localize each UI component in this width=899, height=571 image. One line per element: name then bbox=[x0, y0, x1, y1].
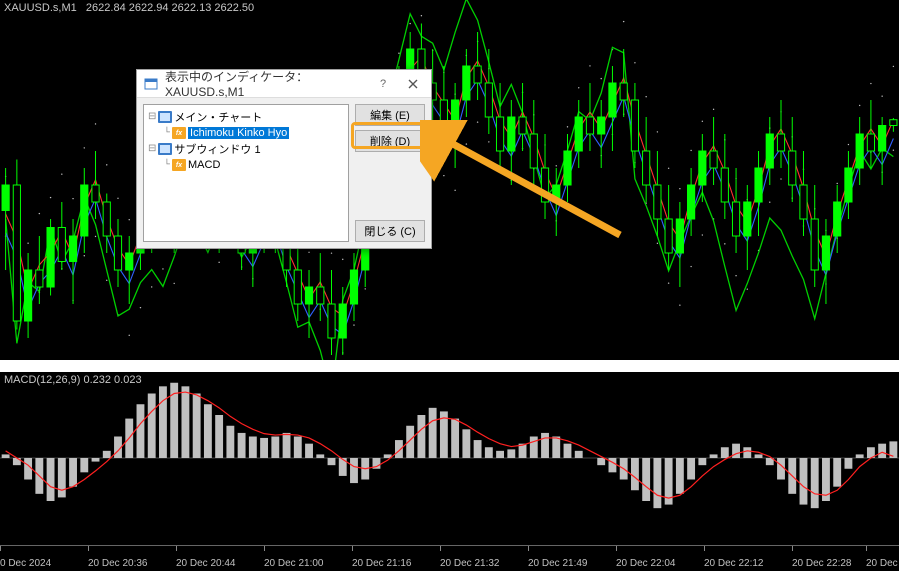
time-axis: 0 Dec 2024 20 Dec 20:36 20 Dec 20:44 20 Dec… bbox=[0, 545, 899, 571]
edit-button[interactable]: 編集 (E) bbox=[355, 104, 425, 126]
macd-chart-svg bbox=[0, 372, 899, 544]
xaxis-label: 20 Dec 20:36 bbox=[88, 558, 148, 569]
tree-main-chart-label: メイン・チャート bbox=[174, 109, 262, 125]
indicator-icon bbox=[172, 127, 186, 139]
tree-macd-label: MACD bbox=[188, 159, 220, 171]
window-icon bbox=[158, 111, 172, 123]
xaxis-label: 0 Dec 2024 bbox=[0, 558, 51, 569]
tree-subwindow-label: サブウィンドウ 1 bbox=[174, 141, 260, 157]
xaxis-label: 20 Dec 22:36 bbox=[866, 558, 899, 569]
chart-header: XAUUSD.s,M1 2622.84 2622.94 2622.13 2622… bbox=[4, 2, 254, 14]
indicator-tree[interactable]: ⊟ メイン・チャート └ Ichimoku Kinko Hyo ⊟ サブウィンド… bbox=[143, 104, 349, 242]
xaxis-label: 20 Dec 21:32 bbox=[440, 558, 500, 569]
macd-header: MACD(12,26,9) 0.232 0.023 bbox=[4, 374, 142, 386]
symbol-timeframe-label: XAUUSD.s,M1 bbox=[4, 2, 77, 14]
help-button[interactable]: ? bbox=[371, 74, 395, 94]
macd-subwindow[interactable]: MACD(12,26,9) 0.232 0.023 bbox=[0, 372, 899, 544]
tree-ichimoku[interactable]: └ Ichimoku Kinko Hyo bbox=[148, 125, 344, 141]
pane-divider[interactable] bbox=[0, 360, 899, 372]
xaxis-label: 20 Dec 21:16 bbox=[352, 558, 412, 569]
xaxis-label: 20 Dec 20:44 bbox=[176, 558, 236, 569]
ohlc-label: 2622.84 2622.94 2622.13 2622.50 bbox=[86, 2, 254, 14]
xaxis-label: 20 Dec 22:04 bbox=[616, 558, 676, 569]
tree-main-chart[interactable]: ⊟ メイン・チャート bbox=[148, 109, 344, 125]
close-x-button[interactable] bbox=[401, 74, 425, 94]
tree-macd[interactable]: └ MACD bbox=[148, 157, 344, 173]
tree-subwindow[interactable]: ⊟ サブウィンドウ 1 bbox=[148, 141, 344, 157]
window-icon bbox=[158, 143, 172, 155]
xaxis-label: 20 Dec 22:12 bbox=[704, 558, 764, 569]
dialog-title: 表示中のインディケータ： XAUUSD.s,M1 bbox=[165, 68, 365, 99]
dialog-body: ⊟ メイン・チャート └ Ichimoku Kinko Hyo ⊟ サブウィンド… bbox=[137, 98, 431, 248]
close-button[interactable]: 閉じる (C) bbox=[355, 220, 425, 242]
dialog-button-column: 編集 (E) 削除 (D) 閉じる (C) bbox=[355, 104, 425, 242]
main-price-chart[interactable]: XAUUSD.s,M1 2622.84 2622.94 2622.13 2622… bbox=[0, 0, 899, 360]
dialog-icon bbox=[143, 76, 159, 92]
macd-label: MACD(12,26,9) 0.232 0.023 bbox=[4, 374, 142, 386]
dialog-titlebar[interactable]: 表示中のインディケータ： XAUUSD.s,M1 ? bbox=[137, 70, 431, 98]
tree-ichimoku-label: Ichimoku Kinko Hyo bbox=[188, 127, 289, 139]
indicator-icon bbox=[172, 159, 186, 171]
delete-button[interactable]: 削除 (D) bbox=[355, 130, 425, 152]
price-chart-svg bbox=[0, 0, 899, 360]
xaxis-label: 20 Dec 21:00 bbox=[264, 558, 324, 569]
xaxis-label: 20 Dec 22:28 bbox=[792, 558, 852, 569]
indicators-dialog: 表示中のインディケータ： XAUUSD.s,M1 ? ⊟ メイン・チャート └ … bbox=[136, 69, 432, 249]
xaxis-label: 20 Dec 21:49 bbox=[528, 558, 588, 569]
